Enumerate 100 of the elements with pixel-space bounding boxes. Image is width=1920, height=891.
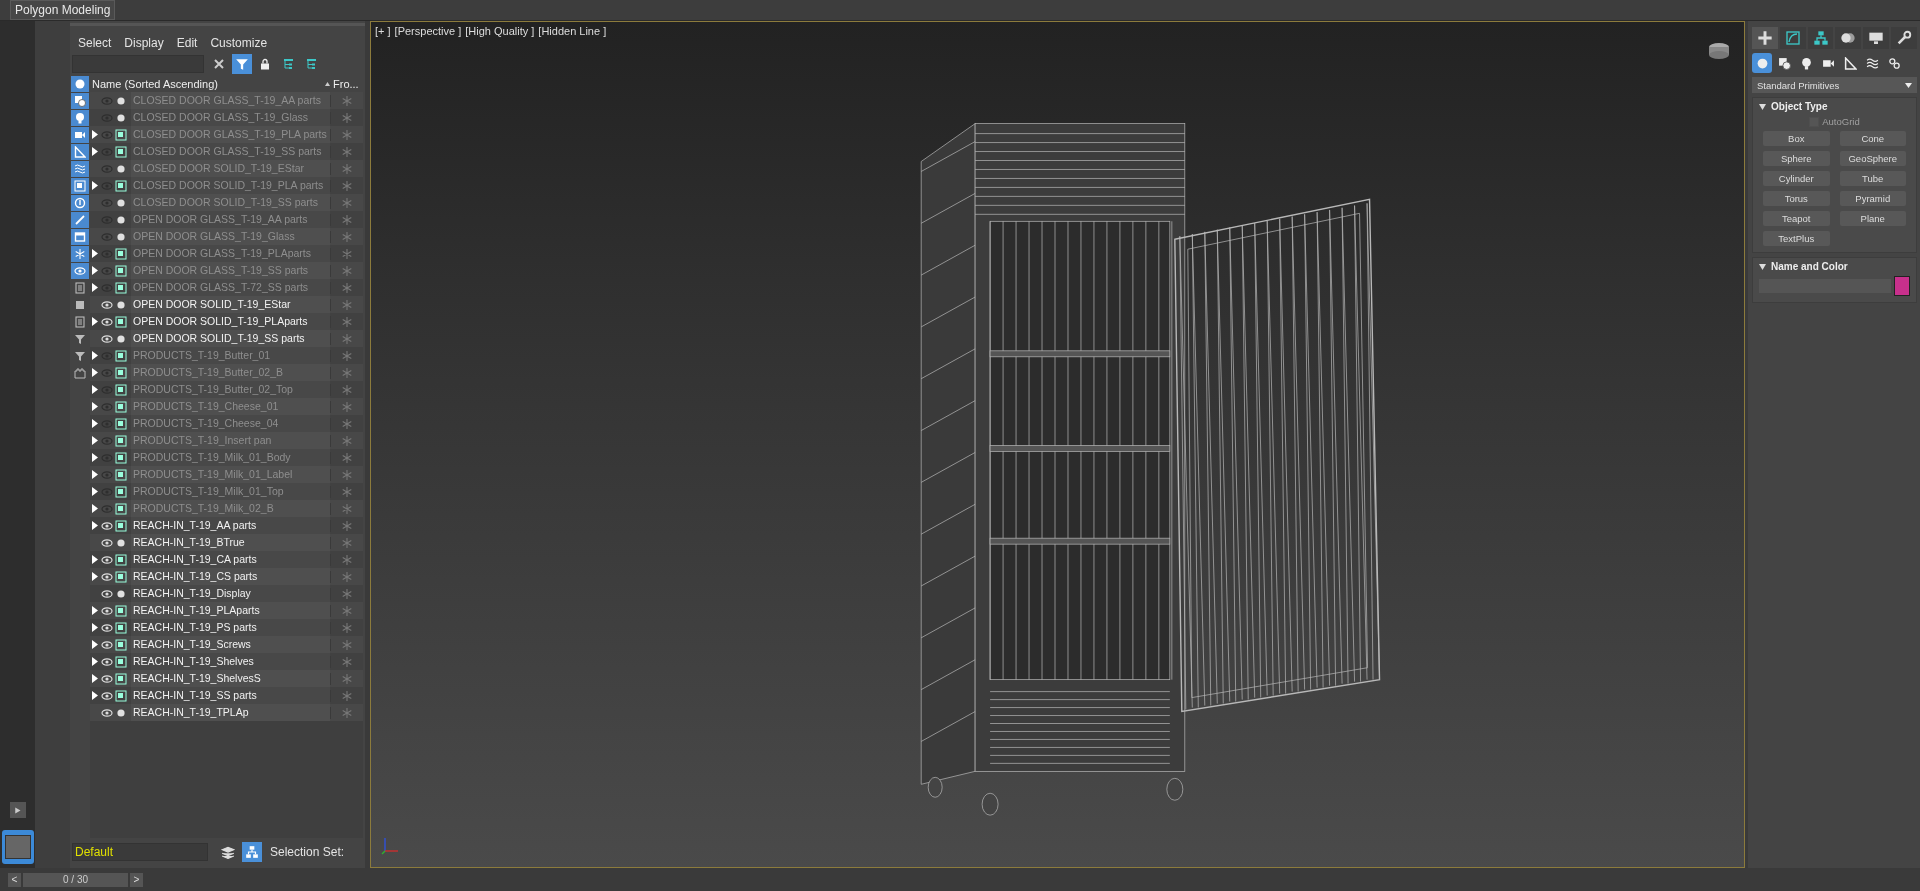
expand-arrow-icon[interactable] bbox=[92, 606, 98, 615]
expand-arrow-icon[interactable] bbox=[92, 657, 98, 666]
expand-button[interactable] bbox=[9, 802, 26, 818]
object-name[interactable]: REACH-IN_T-19_PS parts bbox=[131, 619, 330, 636]
panel-tab[interactable] bbox=[1891, 27, 1917, 49]
expand-arrow-icon[interactable] bbox=[92, 555, 98, 564]
expand-arrow-icon[interactable] bbox=[92, 521, 98, 530]
ribbon-tab[interactable]: Polygon Modeling bbox=[10, 0, 116, 20]
primitive-button[interactable]: Sphere bbox=[1763, 151, 1830, 166]
filter-toggle[interactable] bbox=[71, 93, 89, 109]
expand-arrow-icon[interactable] bbox=[92, 640, 98, 649]
expand-arrow-icon[interactable] bbox=[92, 283, 98, 292]
color-swatch[interactable] bbox=[1894, 276, 1910, 296]
category-button[interactable] bbox=[1752, 53, 1772, 73]
primitive-button[interactable]: GeoSphere bbox=[1839, 151, 1906, 166]
menu-item[interactable]: Display bbox=[124, 36, 164, 50]
expand-arrow-icon[interactable] bbox=[92, 181, 98, 190]
object-name[interactable]: PRODUCTS_T-19_Milk_01_Top bbox=[131, 483, 330, 500]
viewport-menu[interactable]: [Perspective ] bbox=[394, 25, 462, 37]
primitive-button[interactable]: Pyramid bbox=[1839, 191, 1906, 206]
object-name[interactable]: OPEN DOOR SOLID_T-19_SS parts bbox=[131, 330, 330, 347]
expand-arrow-icon[interactable] bbox=[92, 419, 98, 428]
filter-toggle[interactable] bbox=[71, 76, 89, 92]
object-name[interactable]: CLOSED DOOR GLASS_T-19_SS parts bbox=[131, 143, 330, 160]
filter-toggle[interactable] bbox=[71, 212, 89, 228]
object-name[interactable]: CLOSED DOOR GLASS_T-19_Glass bbox=[131, 109, 330, 126]
filter-toggle[interactable] bbox=[71, 178, 89, 194]
filter-toggle[interactable] bbox=[71, 229, 89, 245]
expand-arrow-icon[interactable] bbox=[92, 487, 98, 496]
object-name[interactable]: REACH-IN_T-19_TPLAp bbox=[131, 704, 330, 721]
primitives-dropdown[interactable]: Standard Primitives bbox=[1752, 77, 1917, 93]
panel-tab[interactable] bbox=[1835, 27, 1862, 49]
object-name[interactable]: REACH-IN_T-19_CA parts bbox=[131, 551, 330, 568]
layer-field[interactable]: Default bbox=[72, 843, 208, 861]
object-name[interactable]: OPEN DOOR GLASS_T-19_PLAparts bbox=[131, 245, 330, 262]
expand-arrow-icon[interactable] bbox=[92, 691, 98, 700]
object-name[interactable]: REACH-IN_T-19_Screws bbox=[131, 636, 330, 653]
filter-toggle[interactable] bbox=[71, 161, 89, 177]
primitive-button[interactable]: Tube bbox=[1839, 171, 1906, 186]
expand-arrow-icon[interactable] bbox=[92, 266, 98, 275]
panel-tab[interactable] bbox=[1863, 27, 1890, 49]
expand-arrow-icon[interactable] bbox=[92, 504, 98, 513]
previous-frame-button[interactable]: < bbox=[8, 872, 21, 887]
object-name[interactable]: REACH-IN_T-19_ShelvesS bbox=[131, 670, 330, 687]
object-name[interactable]: PRODUCTS_T-19_Butter_02_Top bbox=[131, 381, 330, 398]
viewport-menu[interactable]: [Hidden Line ] bbox=[538, 25, 607, 37]
expand-arrow-icon[interactable] bbox=[92, 470, 98, 479]
panel-tab[interactable] bbox=[1752, 27, 1778, 49]
object-name[interactable]: REACH-IN_T-19_Display bbox=[131, 585, 330, 602]
frame-counter[interactable]: 0 / 30 bbox=[23, 872, 128, 887]
rollout-title[interactable]: Name and Color bbox=[1771, 261, 1848, 272]
expand-arrow-icon[interactable] bbox=[92, 436, 98, 445]
expand-arrow-icon[interactable] bbox=[92, 385, 98, 394]
expand-arrow-icon[interactable] bbox=[92, 623, 98, 632]
menu-item[interactable]: Customize bbox=[210, 36, 268, 50]
menu-item[interactable]: Select bbox=[78, 36, 112, 50]
expand-arrow-icon[interactable] bbox=[92, 147, 98, 156]
object-name[interactable]: REACH-IN_T-19_Shelves bbox=[131, 653, 330, 670]
object-name[interactable]: OPEN DOOR GLASS_T-72_SS parts bbox=[131, 279, 330, 296]
viewport-menu[interactable]: [High Quality ] bbox=[465, 25, 535, 37]
panel-tab[interactable] bbox=[1779, 27, 1806, 49]
expand-arrow-icon[interactable] bbox=[92, 572, 98, 581]
expand-arrow-icon[interactable] bbox=[92, 402, 98, 411]
expand-arrow-icon[interactable] bbox=[92, 674, 98, 683]
filter-toggle[interactable] bbox=[71, 127, 89, 143]
next-frame-button[interactable]: > bbox=[130, 872, 143, 887]
object-name[interactable]: OPEN DOOR SOLID_T-19_EStar bbox=[131, 296, 330, 313]
primitive-button[interactable]: Box bbox=[1763, 131, 1830, 146]
filter-toggle[interactable] bbox=[71, 195, 89, 211]
object-name[interactable]: PRODUCTS_T-19_Milk_01_Body bbox=[131, 449, 330, 466]
object-name[interactable]: OPEN DOOR GLASS_T-19_AA parts bbox=[131, 211, 330, 228]
expand-arrow-icon[interactable] bbox=[92, 317, 98, 326]
expand-arrow-icon[interactable] bbox=[92, 368, 98, 377]
collapse-icon[interactable] bbox=[1759, 263, 1766, 270]
menu-item[interactable]: Edit bbox=[176, 36, 198, 50]
filter-toggle[interactable] bbox=[71, 263, 89, 279]
object-name[interactable]: REACH-IN_T-19_BTrue bbox=[131, 534, 330, 551]
expand-arrow-icon[interactable] bbox=[92, 130, 98, 139]
filter-toggle[interactable] bbox=[71, 246, 89, 262]
column-header[interactable]: Name (Sorted Ascending) bbox=[90, 77, 325, 90]
rollout-title[interactable]: Object Type bbox=[1771, 101, 1828, 112]
object-name[interactable]: REACH-IN_T-19_PLAparts bbox=[131, 602, 330, 619]
hierarchy-button[interactable] bbox=[242, 842, 262, 862]
filter-toggle[interactable] bbox=[71, 110, 89, 126]
primitive-button[interactable]: Plane bbox=[1839, 211, 1906, 226]
primitive-button[interactable]: TextPlus bbox=[1763, 231, 1830, 246]
filter-toggle[interactable] bbox=[71, 365, 89, 381]
object-name[interactable]: PRODUCTS_T-19_Cheese_04 bbox=[131, 415, 330, 432]
object-name[interactable]: REACH-IN_T-19_CS parts bbox=[131, 568, 330, 585]
collapse-icon[interactable] bbox=[1759, 103, 1766, 110]
expand-arrow-icon[interactable] bbox=[92, 351, 98, 360]
object-name[interactable]: CLOSED DOOR SOLID_T-19_PLA parts bbox=[131, 177, 330, 194]
expand-arrow-icon[interactable] bbox=[92, 249, 98, 258]
viewport-menu[interactable]: [+ ] bbox=[375, 25, 391, 37]
primitive-button[interactable]: Teapot bbox=[1763, 211, 1830, 226]
viewcube-icon[interactable] bbox=[1706, 42, 1732, 60]
panel-tab[interactable] bbox=[1807, 27, 1834, 49]
object-name[interactable]: OPEN DOOR SOLID_T-19_PLAparts bbox=[131, 313, 330, 330]
primitive-button[interactable]: Cylinder bbox=[1763, 171, 1830, 186]
object-name[interactable]: PRODUCTS_T-19_Butter_01 bbox=[131, 347, 330, 364]
